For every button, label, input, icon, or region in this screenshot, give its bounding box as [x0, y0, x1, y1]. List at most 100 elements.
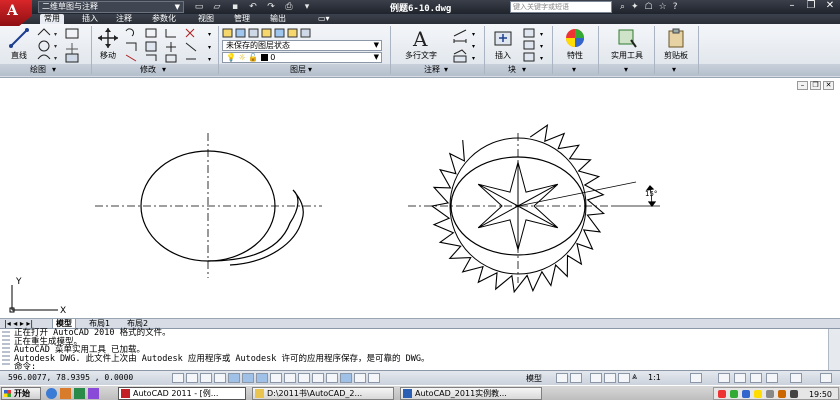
utilities-expander[interactable]: ▾ — [624, 65, 628, 75]
tab-view[interactable]: 视图 — [194, 14, 218, 24]
clipboard-button[interactable]: 剪贴板 — [658, 27, 694, 61]
annotation-scale-icon[interactable]: ⩓ — [632, 372, 637, 382]
clean-screen-icon[interactable] — [820, 373, 832, 383]
polar-tracking-icon[interactable] — [214, 373, 226, 383]
tab-manage[interactable]: 管理 — [230, 14, 254, 24]
tray-update-icon[interactable] — [742, 390, 750, 398]
panel-separator — [698, 26, 699, 74]
zoom-icon[interactable] — [604, 373, 616, 383]
qat-dropdown-icon[interactable]: ▾ — [300, 1, 314, 13]
taskbar-item-tutorial[interactable]: AutoCAD_2011实例教... — [400, 387, 542, 400]
app-quicklaunch-icon[interactable] — [88, 388, 99, 399]
tray-antivirus-icon[interactable] — [718, 390, 726, 398]
browser-quicklaunch-icon[interactable] — [46, 388, 57, 399]
media-quicklaunch-icon[interactable] — [60, 388, 71, 399]
steering-wheel-icon[interactable] — [618, 373, 630, 383]
windows-taskbar: 开始 AutoCAD 2011 - [例... D:\2011书\AutoCAD… — [0, 385, 840, 400]
move-button[interactable]: 移动 — [94, 27, 122, 61]
subscription-icon[interactable]: ✦ — [631, 0, 639, 14]
status-bar-menu-icon[interactable] — [790, 373, 802, 383]
dynamic-ucs-icon[interactable] — [270, 373, 282, 383]
search-icon[interactable]: ⌕ — [620, 0, 625, 14]
model-space-button[interactable]: 模型 — [526, 373, 542, 384]
tray-network-icon[interactable] — [730, 390, 738, 398]
restore-icon[interactable]: ❐ — [803, 0, 819, 13]
tray-app-icon[interactable] — [778, 390, 786, 398]
insert-block-button[interactable]: 插入 — [488, 27, 518, 61]
tab-annotate[interactable]: 注释 — [112, 14, 136, 24]
tab-extra-icon[interactable]: ▭▾ — [314, 14, 334, 24]
favorites-icon[interactable]: ☆ — [659, 0, 667, 14]
workspace-selector[interactable]: 二维草图与注释 ▼ — [38, 1, 184, 13]
tray-ime-icon[interactable] — [754, 390, 762, 398]
properties-expander[interactable]: ▾ — [572, 65, 576, 75]
quick-view-drawings-icon[interactable] — [570, 373, 582, 383]
modify-tools-icons[interactable]: ▾ ▾ ▾ — [124, 27, 218, 63]
annotation-visibility-icon[interactable] — [690, 373, 702, 383]
taskbar-item-autocad[interactable]: AutoCAD 2011 - [例... — [118, 387, 246, 400]
lock-icon[interactable] — [734, 373, 746, 383]
help-icon[interactable]: ? — [673, 0, 678, 14]
clipboard-expander[interactable]: ▾ — [672, 65, 676, 75]
sketch-icon[interactable] — [368, 373, 380, 383]
undo-icon[interactable]: ↶ — [246, 1, 260, 13]
close-icon[interactable]: ✕ — [822, 0, 838, 13]
drawing-canvas[interactable]: – ❐ ✕ 15° X Y — [0, 77, 840, 318]
snap-mode-icon[interactable] — [172, 373, 184, 383]
tab-insert[interactable]: 插入 — [78, 14, 102, 24]
desktop-quicklaunch-icon[interactable] — [74, 388, 85, 399]
quick-view-layouts-icon[interactable] — [556, 373, 568, 383]
3d-object-snap-icon[interactable] — [242, 373, 254, 383]
tab-home[interactable]: 常用 — [40, 14, 64, 24]
dynamic-input-icon[interactable] — [284, 373, 296, 383]
draw-tools-icons[interactable]: ▾ ▾ ▾ — [36, 27, 62, 63]
window-controls: – ❐ ✕ — [784, 0, 838, 13]
layout-tab-bar: |◂ ◂ ▸ ▸| 模型 布局1 布局2 — [0, 318, 840, 329]
selection-cycling-icon[interactable] — [340, 373, 352, 383]
tray-misc-icon[interactable] — [790, 390, 798, 398]
move-label: 移动 — [100, 51, 116, 60]
panel-separator — [91, 26, 92, 74]
annotation-scale-value[interactable]: 1:1 — [648, 373, 661, 382]
quick-properties-icon[interactable] — [326, 373, 338, 383]
tab-parametric[interactable]: 参数化 — [148, 14, 180, 24]
properties-button[interactable]: 特性 — [558, 27, 592, 61]
tray-volume-icon[interactable] — [766, 390, 774, 398]
start-button[interactable]: 开始 — [1, 387, 41, 400]
annotation-tools-icons[interactable]: ▾ ▾ ▾ — [452, 27, 482, 63]
communication-icon[interactable]: ☖ — [645, 0, 653, 14]
layer-state-dropdown[interactable]: 未保存的图层状态 ▼ — [222, 40, 382, 51]
object-snap-icon[interactable] — [228, 373, 240, 383]
new-file-icon[interactable]: ▭ — [192, 1, 206, 13]
object-snap-tracking-icon[interactable] — [256, 373, 268, 383]
layer-dropdown[interactable]: 💡 ☼ 🔓 0 ▼ — [222, 52, 382, 63]
svg-text:▾: ▾ — [54, 43, 57, 50]
draw-extra-icons[interactable] — [64, 27, 90, 63]
command-scrollbar[interactable] — [828, 329, 840, 371]
system-tray: 19:50 — [713, 387, 839, 400]
minimize-icon[interactable]: – — [784, 0, 800, 13]
layer-tools-icons[interactable] — [222, 27, 392, 39]
redo-icon[interactable]: ↷ — [264, 1, 278, 13]
block-tools-icons[interactable]: ▾ ▾ ▾ — [522, 27, 550, 63]
transparency-icon[interactable] — [312, 373, 324, 383]
utilities-button[interactable]: 实用工具 — [604, 27, 650, 61]
annotation-monitor-icon[interactable] — [354, 373, 366, 383]
workspace-switching-icon[interactable] — [718, 373, 730, 383]
pan-icon[interactable] — [590, 373, 602, 383]
lineweight-icon[interactable] — [298, 373, 310, 383]
grid-display-icon[interactable] — [186, 373, 198, 383]
hardware-acceleration-icon[interactable] — [750, 373, 762, 383]
command-window[interactable]: 正在打开 AutoCAD 2010 格式的文件。 正在重生成模型。 AutoCA… — [0, 328, 840, 371]
taskbar-item-folder[interactable]: D:\2011书\AutoCAD_2... — [252, 387, 394, 400]
save-icon[interactable]: ▪ — [228, 1, 242, 13]
open-file-icon[interactable]: ▱ — [210, 1, 224, 13]
tab-output[interactable]: 输出 — [266, 14, 290, 24]
command-window-grip[interactable] — [2, 331, 10, 367]
isolate-objects-icon[interactable] — [766, 373, 778, 383]
plot-icon[interactable]: ⎙ — [282, 1, 296, 13]
search-input[interactable]: 键入关键字或短语 — [510, 1, 612, 13]
multiline-text-button[interactable]: A 多行文字 — [398, 27, 444, 61]
line-button[interactable]: 直线 — [4, 27, 34, 61]
ortho-mode-icon[interactable] — [200, 373, 212, 383]
